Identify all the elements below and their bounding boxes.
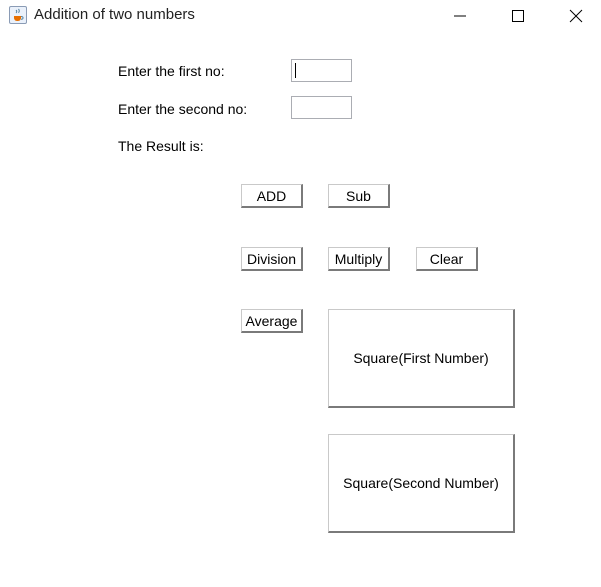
- second-number-label: Enter the second no:: [118, 101, 248, 117]
- clear-button[interactable]: Clear: [416, 247, 478, 271]
- division-button[interactable]: Division: [241, 247, 303, 271]
- minimize-button[interactable]: [437, 0, 483, 31]
- close-button[interactable]: [553, 0, 599, 31]
- minimize-icon: [454, 15, 466, 17]
- text-caret: [295, 63, 296, 78]
- title-bar[interactable]: Addition of two numbers: [0, 0, 601, 31]
- window-title: Addition of two numbers: [34, 6, 195, 23]
- sub-button[interactable]: Sub: [328, 184, 390, 208]
- result-label: The Result is:: [118, 138, 204, 154]
- close-icon: [569, 9, 583, 23]
- maximize-button[interactable]: [495, 0, 541, 31]
- multiply-button[interactable]: Multiply: [328, 247, 390, 271]
- square-second-button[interactable]: Square(Second Number): [328, 434, 515, 533]
- average-button[interactable]: Average: [241, 309, 303, 333]
- maximize-icon: [512, 10, 524, 22]
- square-first-button[interactable]: Square(First Number): [328, 309, 515, 408]
- first-number-input[interactable]: [291, 59, 352, 82]
- java-cup-icon: [9, 6, 27, 24]
- second-number-input[interactable]: [291, 96, 352, 119]
- add-button[interactable]: ADD: [241, 184, 303, 208]
- first-number-label: Enter the first no:: [118, 63, 225, 79]
